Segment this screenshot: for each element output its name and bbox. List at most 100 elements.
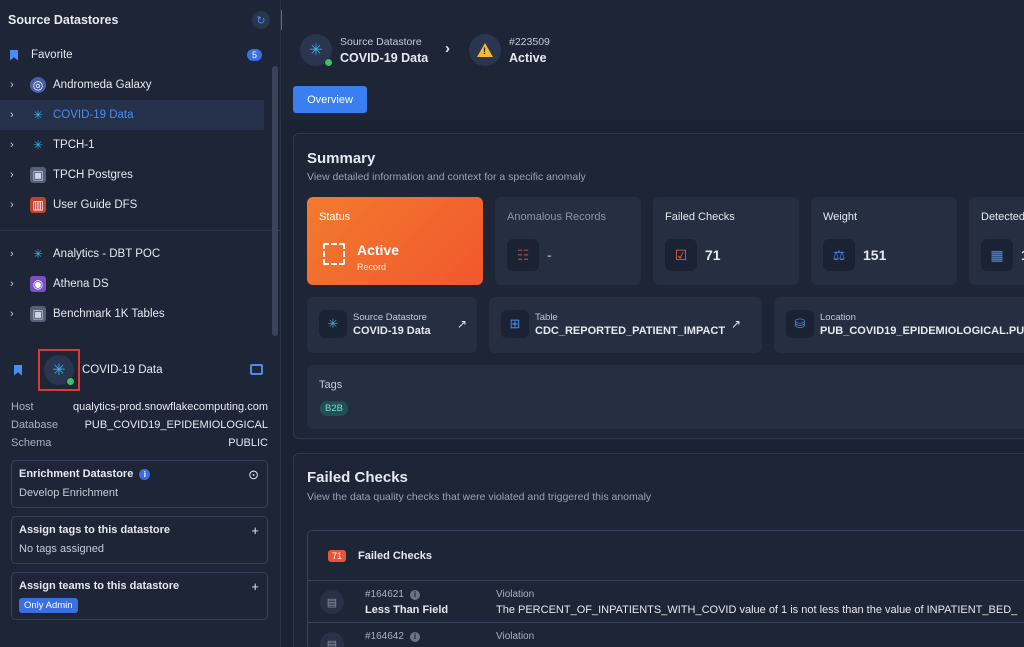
failed-checks-header-title: Failed Checks [358, 549, 432, 562]
tree-item-label: Analytics - DBT POC [53, 248, 161, 260]
sidebar: Source Datastores ↻ Favorite 5 › ◎ Andro… [0, 0, 281, 647]
ref-table-label: Table [535, 312, 558, 323]
tree-item-label: TPCH Postgres [53, 169, 133, 181]
snowflake-icon: ✳ [319, 310, 347, 338]
team-badge: Only Admin [19, 598, 78, 613]
chevron-right-icon[interactable]: › [10, 308, 20, 320]
external-link-icon[interactable]: ↗ [457, 317, 467, 331]
refresh-icon[interactable]: ↻ [252, 11, 270, 29]
bookmark-icon[interactable] [14, 364, 22, 376]
check-id: #164642 i [365, 631, 420, 642]
violation-label: Violation [496, 631, 535, 642]
info-icon[interactable]: i [409, 632, 420, 642]
detected-label: Detected [981, 211, 1024, 223]
anomaly-status: Active [509, 50, 547, 65]
chevron-right-icon[interactable]: › [10, 248, 20, 260]
panel-toggle-icon[interactable] [250, 364, 263, 375]
chevron-right-icon[interactable]: › [10, 199, 20, 211]
ref-source-value: COVID-19 Data [353, 325, 431, 337]
chevron-right-icon[interactable]: › [10, 109, 20, 121]
anomaly-id: #223509 [509, 35, 550, 48]
sidebar-header: Source Datastores ↻ [0, 0, 280, 40]
add-team-button[interactable]: + [251, 579, 259, 594]
chevron-right-icon[interactable]: › [10, 169, 20, 181]
play-circle-icon[interactable]: ⊙ [248, 467, 259, 483]
failed-checks-card: Failed Checks ☑ 71 [653, 197, 799, 285]
tree-item-label: COVID-19 Data [53, 109, 134, 121]
favorite-label: Favorite [31, 49, 73, 61]
table-row[interactable]: ▤ #164642 i Violation [308, 623, 1024, 647]
failed-check-icon: ☑ [665, 239, 697, 271]
teams-card-title: Assign teams to this datastore [19, 580, 180, 592]
ref-location-label: Location [820, 312, 856, 323]
chevron-right-icon[interactable]: › [10, 278, 20, 290]
tree-item-athena-ds[interactable]: › ◉ Athena DS [0, 269, 280, 299]
favorite-group[interactable]: Favorite 5 [0, 40, 280, 70]
sidebar-scrollbar[interactable] [272, 66, 278, 336]
enrichment-value: Develop Enrichment [19, 487, 119, 499]
tree-item-user-guide-dfs[interactable]: › ▥ User Guide DFS [0, 190, 280, 220]
bigquery-icon: ◎ [30, 77, 46, 93]
check-type-icon: ▤ [320, 632, 344, 647]
topbar: ✳ Source Datastore COVID-19 Data › ! #22… [282, 0, 1024, 120]
chevron-right-icon[interactable]: › [10, 139, 20, 151]
enrichment-title: Enrichment Datastore [19, 468, 134, 480]
table-icon: ⊞ [501, 310, 529, 338]
add-tag-button[interactable]: + [251, 523, 259, 538]
status-card: Status Active Record [307, 197, 483, 285]
failed-checks-panel: Failed Checks View the data quality chec… [293, 453, 1024, 647]
tag-badge[interactable]: B2B [320, 401, 348, 416]
snowflake-icon: ✳ [44, 355, 75, 386]
tab-overview[interactable]: Overview [293, 86, 367, 113]
tree-item-andromeda-galaxy[interactable]: › ◎ Andromeda Galaxy [0, 70, 280, 100]
tags-label: Tags [319, 379, 343, 391]
datastore-header: ✳ COVID-19 Data [0, 342, 281, 398]
failed-checks-table-header: 71 Failed Checks [308, 531, 1024, 581]
failed-checks-title: Failed Checks [307, 469, 408, 486]
weight-label: Weight [823, 211, 858, 223]
bookmark-icon [10, 49, 18, 61]
tree-item-tpch-postgres[interactable]: › ▣ TPCH Postgres [0, 160, 280, 190]
info-icon[interactable]: i [139, 468, 151, 480]
warning-icon: ! [469, 34, 501, 66]
online-status-dot [66, 377, 75, 386]
tree-item-benchmark-1k-tables[interactable]: › ▣ Benchmark 1K Tables [0, 299, 280, 329]
teams-card: Assign teams to this datastore Only Admi… [11, 572, 268, 620]
ref-location: ⛁ Location PUB_COVID19_EPIDEMIOLOGICAL.P… [774, 297, 1024, 353]
athena-icon: ◉ [30, 276, 46, 292]
database-icon: ⛁ [786, 310, 814, 338]
status-label: Status [319, 211, 351, 223]
postgres-icon: ▣ [30, 306, 46, 322]
external-link-icon[interactable]: ↗ [731, 317, 741, 331]
ref-table[interactable]: ⊞ Table CDC_REPORTED_PATIENT_IMPACT ↗ [489, 297, 762, 353]
weight-card: Weight ⚖ 151 [811, 197, 957, 285]
snowflake-icon: ✳ [32, 138, 44, 152]
favorites-tree: › ◎ Andromeda Galaxy › ✳ COVID-19 Data ›… [0, 70, 280, 220]
breadcrumb-source[interactable]: ✳ Source Datastore COVID-19 Data [300, 34, 428, 67]
schema-row: Schema PUBLIC [0, 434, 281, 452]
ref-source-datastore[interactable]: ✳ Source Datastore COVID-19 Data ↗ [307, 297, 477, 353]
enrichment-card: Enrichment Datastore i Develop Enrichment… [11, 460, 268, 508]
tree-item-tpch-1[interactable]: › ✳ TPCH-1 [0, 130, 280, 160]
violation-label: Violation [496, 589, 535, 600]
summary-title: Summary [307, 150, 376, 167]
tags-card-value: No tags assigned [19, 543, 104, 555]
favorite-count-badge: 5 [246, 49, 262, 61]
tree-item-covid-19-data[interactable]: › ✳ COVID-19 Data [0, 100, 264, 130]
sidebar-title: Source Datastores [8, 13, 119, 27]
status-value: Active [357, 242, 400, 258]
tags-card-title: Assign tags to this datastore [19, 524, 170, 536]
failed-checks-table: 71 Failed Checks ▤ #164621 i Less Than Fi… [307, 530, 1024, 647]
snowflake-icon: ✳ [32, 108, 44, 122]
dfs-icon: ▥ [30, 197, 46, 213]
tags-box: Tags B2B [307, 365, 1024, 429]
breadcrumb-source-label: Source Datastore [340, 35, 422, 48]
anomalous-records-card: Anomalous Records ☷ - [495, 197, 641, 285]
anomalous-records-label: Anomalous Records [507, 211, 607, 223]
info-icon[interactable]: i [409, 590, 420, 600]
table-row[interactable]: ▤ #164621 i Less Than Field Violation The… [308, 581, 1024, 623]
ref-location-value: PUB_COVID19_EPIDEMIOLOGICAL.PUB [820, 325, 1024, 337]
chevron-right-icon[interactable]: › [10, 79, 20, 91]
database-row: Database PUB_COVID19_EPIDEMIOLOGICAL [0, 416, 281, 434]
tree-item-analytics-dbt-poc[interactable]: › ✳ Analytics - DBT POC [0, 239, 280, 269]
